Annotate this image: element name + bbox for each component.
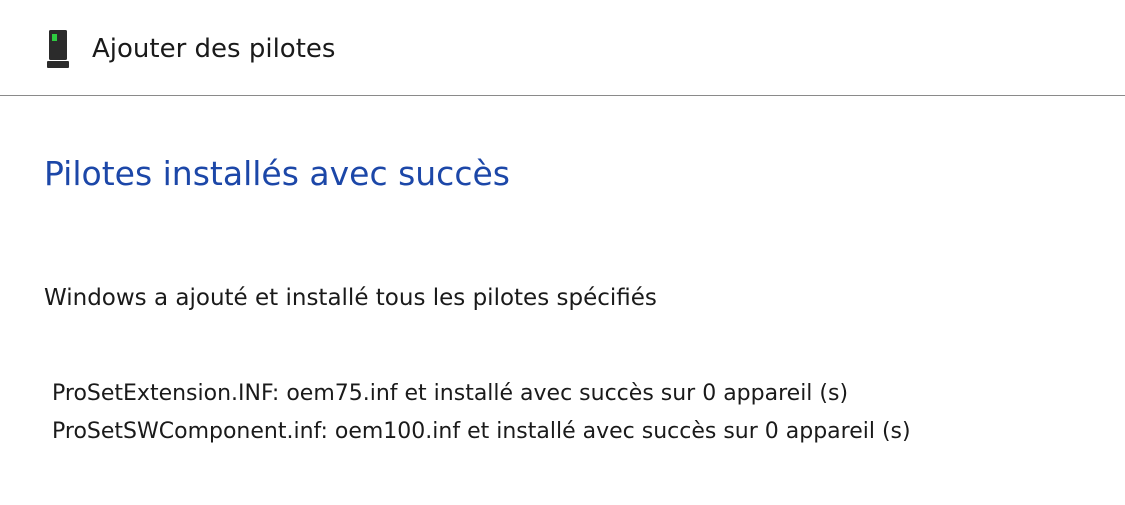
driver-detail-line: ProSetSWComponent.inf: oem100.inf et ins… (52, 419, 911, 444)
page-title: Pilotes installés avec succès (44, 154, 510, 193)
window-title: Ajouter des pilotes (92, 34, 336, 64)
title-bar: Ajouter des pilotes (0, 0, 1125, 96)
driver-detail-line: ProSetExtension.INF: oem75.inf et instal… (52, 381, 849, 406)
driver-details: ProSetExtension.INF: oem75.inf et instal… (52, 375, 911, 451)
device-icon (47, 30, 69, 68)
status-message: Windows a ajouté et installé tous les pi… (44, 285, 657, 311)
